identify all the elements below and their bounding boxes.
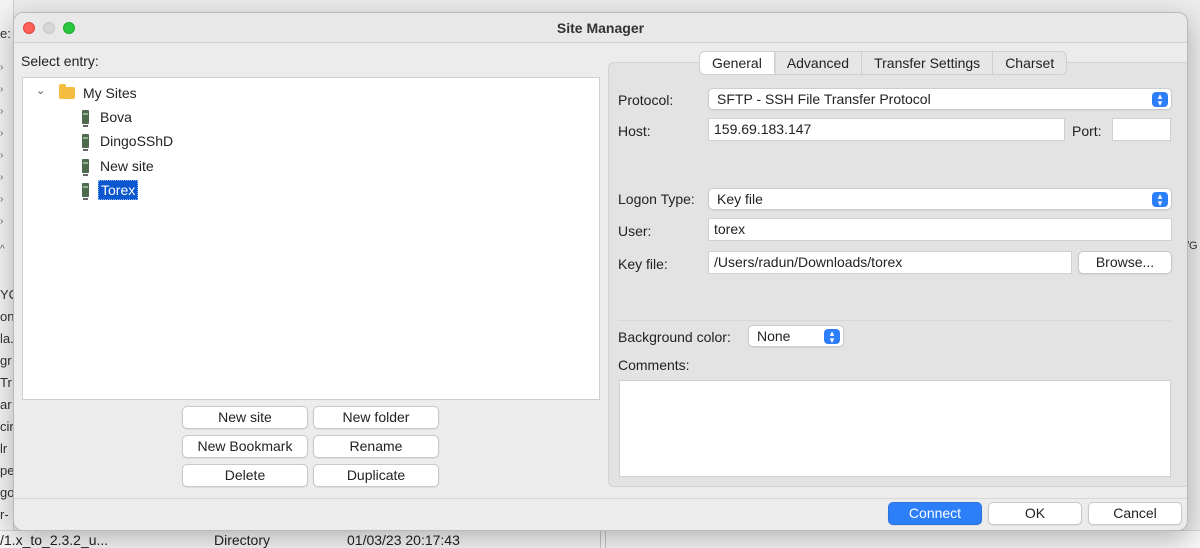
protocol-value: SFTP - SSH File Transfer Protocol xyxy=(717,91,931,107)
tab-advanced[interactable]: Advanced xyxy=(775,52,863,74)
protocol-label: Protocol: xyxy=(618,92,674,108)
settings-tabs: General Advanced Transfer Settings Chars… xyxy=(699,51,1068,75)
user-label: User: xyxy=(618,223,652,239)
protocol-select[interactable]: SFTP - SSH File Transfer Protocol ▴ ▾ xyxy=(708,88,1172,110)
background-fragment: pe xyxy=(0,463,14,478)
delete-button[interactable]: Delete xyxy=(182,464,308,487)
background-file-list-edge: e: › › › › › › › › ^ YC oni la. gr Tr ar… xyxy=(0,0,14,548)
server-icon xyxy=(82,183,89,200)
host-input[interactable]: 159.69.183.147 xyxy=(708,118,1065,141)
background-color-label: Background color: xyxy=(618,329,731,345)
new-bookmark-button[interactable]: New Bookmark xyxy=(182,435,308,458)
logon-type-value: Key file xyxy=(717,191,763,207)
chevron-right-icon: › xyxy=(0,84,4,95)
tab-general[interactable]: General xyxy=(700,52,775,74)
tab-transfer-settings[interactable]: Transfer Settings xyxy=(862,52,994,74)
folder-icon xyxy=(59,84,75,99)
tree-item-label: DingoSShD xyxy=(100,133,174,149)
tree-item-site[interactable]: Bova xyxy=(82,106,134,128)
port-input[interactable] xyxy=(1112,118,1171,141)
background-fragment: YC xyxy=(0,287,13,302)
background-fragment: Tr xyxy=(0,375,12,390)
duplicate-button[interactable]: Duplicate xyxy=(313,464,439,487)
chevron-up-icon: ^ xyxy=(0,244,5,255)
tree-item-my-sites[interactable]: My Sites xyxy=(59,82,139,104)
new-site-button[interactable]: New site xyxy=(182,406,308,429)
tree-item-label: Torex xyxy=(98,180,139,200)
port-label: Port: xyxy=(1072,123,1102,139)
background-fragment: la. xyxy=(0,331,14,346)
chevron-updown-icon: ▴ ▾ xyxy=(1152,92,1168,108)
site-manager-dialog: Site Manager Select entry: ⌄ My Sites Bo… xyxy=(13,12,1188,531)
chevron-down-icon[interactable]: ⌄ xyxy=(36,84,45,97)
background-color-select[interactable]: None ▴ ▾ xyxy=(748,325,844,347)
background-fragment: go xyxy=(0,485,14,500)
footer-divider xyxy=(14,498,1187,499)
background-fragment: gr xyxy=(0,353,12,368)
tree-item-site-selected[interactable]: Torex xyxy=(82,179,139,201)
chevron-updown-icon: ▴ ▾ xyxy=(824,329,840,345)
key-file-label: Key file: xyxy=(618,256,668,272)
comments-textarea[interactable] xyxy=(619,380,1171,477)
background-fragment: ar xyxy=(0,397,12,412)
background-fragment: cin xyxy=(0,419,13,434)
chevron-right-icon: › xyxy=(0,150,4,161)
logon-type-select[interactable]: Key file ▴ ▾ xyxy=(708,188,1172,210)
tree-item-label: Bova xyxy=(100,109,132,125)
background-fragment: lr xyxy=(0,441,8,456)
chevron-right-icon: › xyxy=(0,216,4,227)
chevron-right-icon: › xyxy=(0,194,4,205)
title-bar[interactable]: Site Manager xyxy=(14,13,1187,43)
background-fragment: r- xyxy=(0,507,9,522)
site-tree[interactable]: ⌄ My Sites Bova DingoSShD New site Torex xyxy=(22,77,600,400)
cancel-button[interactable]: Cancel xyxy=(1088,502,1182,525)
user-input[interactable]: torex xyxy=(708,218,1172,241)
tree-item-site[interactable]: DingoSShD xyxy=(82,130,175,152)
chevron-right-icon: › xyxy=(0,172,4,183)
file-date: 01/03/23 20:17:43 xyxy=(347,532,460,548)
background-color-value: None xyxy=(757,328,791,344)
server-icon xyxy=(82,110,89,127)
ok-button[interactable]: OK xyxy=(988,502,1082,525)
tree-item-label: My Sites xyxy=(83,85,137,101)
chevron-right-icon: › xyxy=(0,128,4,139)
file-type: Directory xyxy=(214,532,271,548)
background-fragment: /G xyxy=(1186,240,1198,252)
connect-button[interactable]: Connect xyxy=(888,502,982,525)
file-name: /1.x_to_2.3.2_u... xyxy=(0,532,109,548)
dialog-title: Site Manager xyxy=(556,20,645,36)
select-entry-label: Select entry: xyxy=(21,53,99,69)
host-label: Host: xyxy=(618,123,651,139)
tab-charset[interactable]: Charset xyxy=(993,52,1066,74)
background-fragment: oni xyxy=(0,309,14,324)
pane-divider[interactable] xyxy=(600,530,606,548)
background-fragment: e: xyxy=(0,26,11,41)
section-divider xyxy=(618,320,1171,321)
browse-button[interactable]: Browse... xyxy=(1078,251,1172,274)
comments-label: Comments: xyxy=(618,357,690,373)
server-icon xyxy=(82,134,89,151)
chevron-updown-icon: ▴ ▾ xyxy=(1152,192,1168,208)
new-folder-button[interactable]: New folder xyxy=(313,406,439,429)
tree-item-label: New site xyxy=(100,158,154,174)
logon-type-label: Logon Type: xyxy=(618,191,695,207)
chevron-right-icon: › xyxy=(0,106,4,117)
rename-button[interactable]: Rename xyxy=(313,435,439,458)
key-file-input[interactable]: /Users/radun/Downloads/torex xyxy=(708,251,1072,274)
server-icon xyxy=(82,159,89,176)
chevron-right-icon: › xyxy=(0,62,4,73)
tree-item-site[interactable]: New site xyxy=(82,155,156,177)
